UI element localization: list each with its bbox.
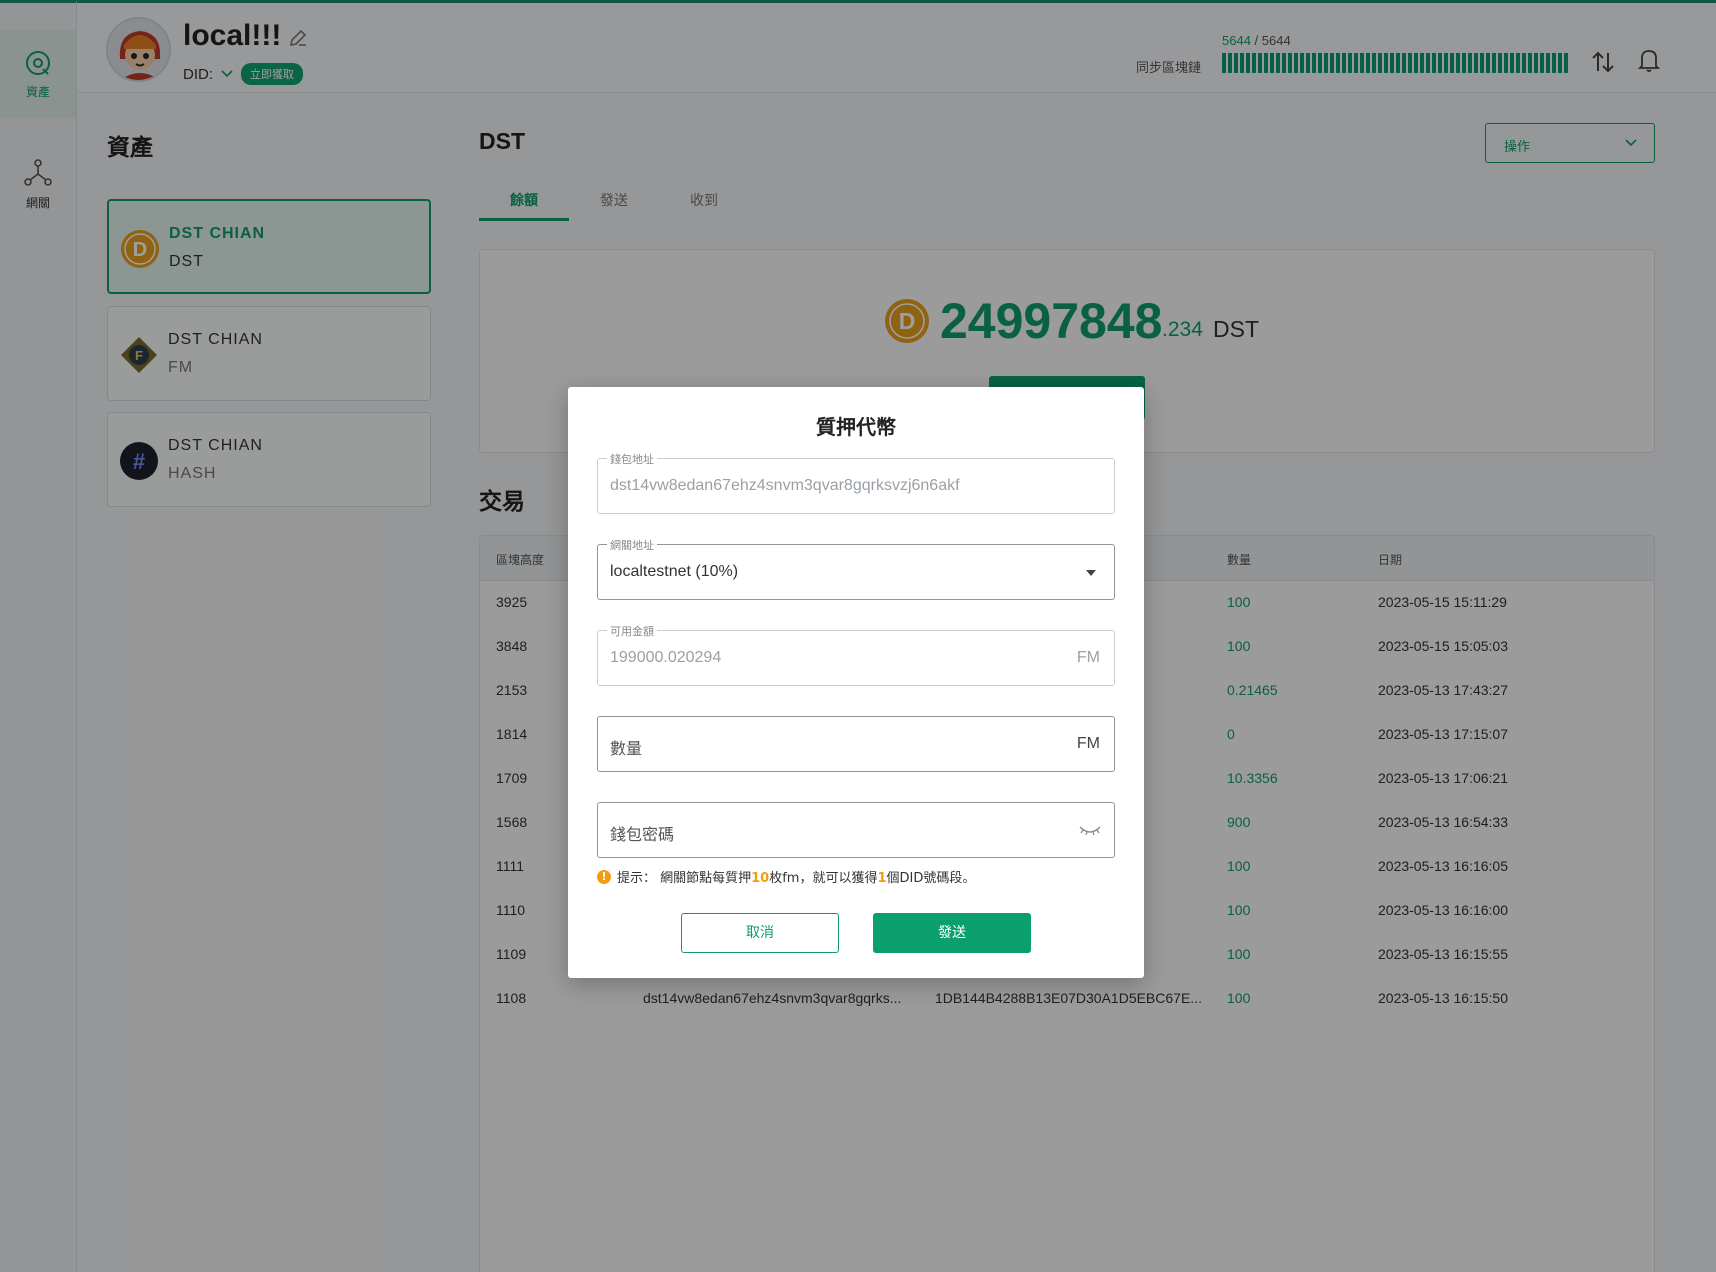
amount-placeholder: 數量 [610, 739, 643, 758]
amount-input[interactable]: 數量 FM [597, 716, 1115, 772]
wallet-address-label: 錢包地址 [607, 451, 657, 467]
modal-title: 質押代幣 [816, 415, 896, 439]
hint-prefix: 提示： 網關節點每質押 [617, 871, 752, 886]
cancel-button[interactable]: 取消 [681, 913, 839, 953]
available-unit: FM [1076, 649, 1100, 666]
hint-number-stake: 10 [751, 871, 770, 886]
hint-number-did: 1 [877, 871, 887, 886]
hint-suffix: 個DID號碼段。 [886, 871, 976, 886]
stake-modal: 質押代幣 錢包地址 dst14vw8edan67ehz4snvm3qvar8gq… [568, 387, 1144, 978]
available-label: 可用金額 [607, 623, 657, 639]
warning-icon: ! [597, 869, 611, 884]
wallet-address-field: 錢包地址 dst14vw8edan67ehz4snvm3qvar8gqrksvz… [597, 451, 1115, 514]
password-input[interactable]: 錢包密碼 [597, 802, 1115, 858]
gateway-label: 網關地址 [607, 537, 657, 553]
hint-text: 提示： 網關節點每質押10枚fm，就可以獲得1個DID號碼段。 [617, 867, 975, 886]
caret-down-icon [1086, 570, 1096, 576]
wallet-address-value: dst14vw8edan67ehz4snvm3qvar8gqrksvzj6n6a… [610, 477, 960, 494]
send-button[interactable]: 發送 [873, 913, 1031, 953]
gateway-select[interactable]: 網關地址 localtestnet (10%) [597, 537, 1115, 600]
stake-hint: ! 提示： 網關節點每質押10枚fm，就可以獲得1個DID號碼段。 [597, 867, 975, 886]
hint-middle: 枚fm，就可以獲得 [769, 871, 878, 886]
available-amount-field: 可用金額 199000.020294 FM [597, 623, 1115, 686]
available-value: 199000.020294 [610, 649, 722, 666]
app-root: 資產 網關 local!!! DID: 立即獲取 5644 / 5644 同步區… [0, 0, 1716, 1272]
gateway-value: localtestnet (10%) [610, 563, 739, 580]
eye-closed-icon[interactable] [1079, 823, 1101, 837]
password-placeholder: 錢包密碼 [610, 825, 675, 844]
amount-unit: FM [1076, 735, 1100, 752]
